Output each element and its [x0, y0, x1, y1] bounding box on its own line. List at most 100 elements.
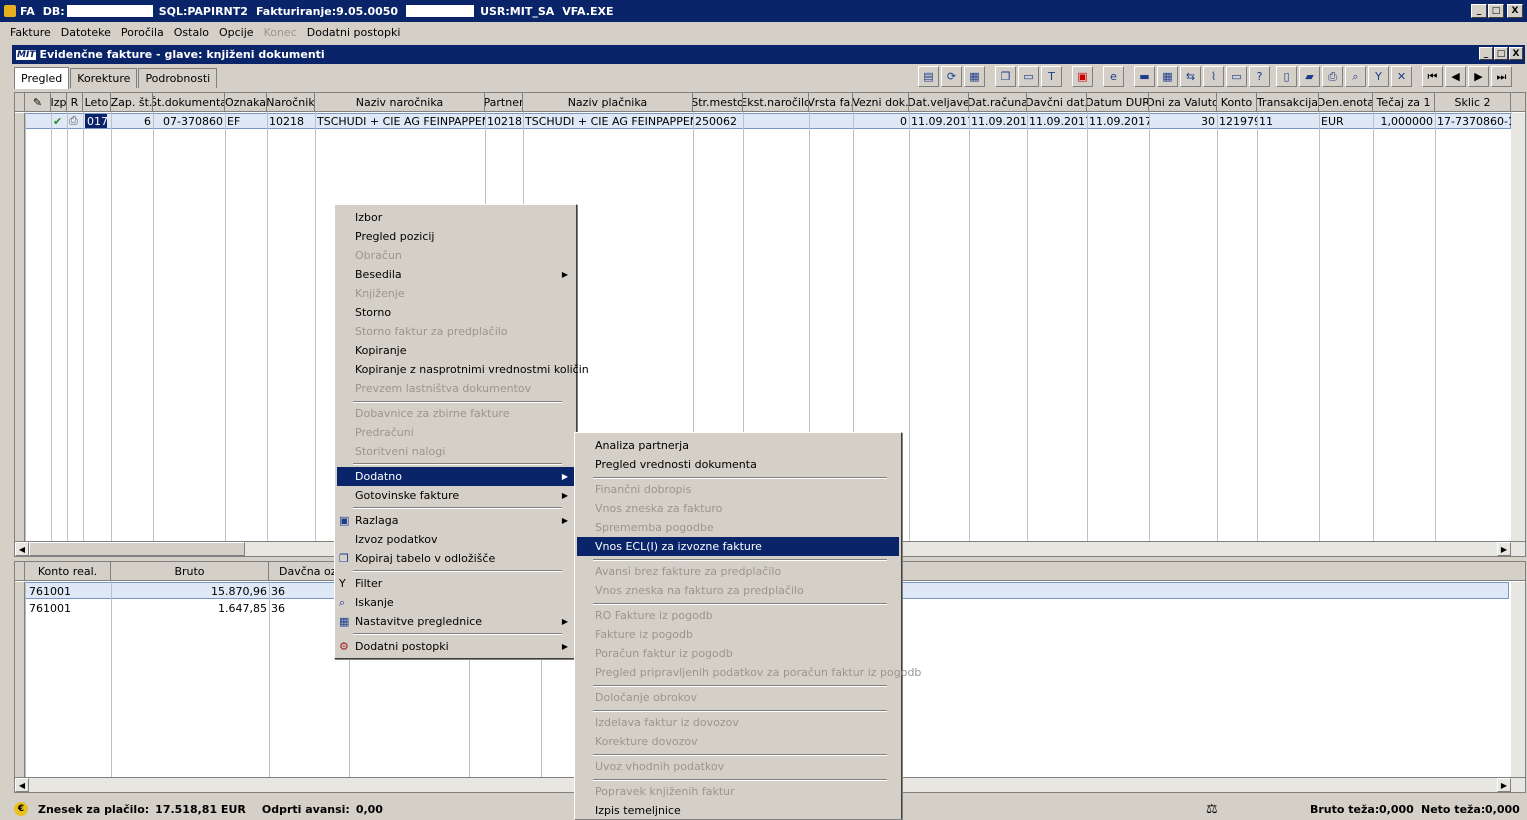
col-header-naziv-placnika[interactable]: Naziv plačnika [523, 93, 693, 112]
col-header-bruto[interactable]: Bruto [111, 562, 269, 581]
open-icon[interactable]: ▰ [1299, 66, 1320, 87]
attachment-icon[interactable]: ⌇ [1203, 66, 1224, 87]
col-header-den-enota[interactable]: Den.enota [1319, 93, 1373, 112]
submenu-item-vnos-zneska[interactable]: Vnos zneska za fakturo [577, 499, 899, 518]
close-button[interactable]: X [1507, 4, 1523, 18]
child-minimize-button[interactable]: _ [1479, 47, 1493, 60]
col-header-sklic-2[interactable]: Sklic 2 [1435, 93, 1511, 112]
first-record-icon[interactable]: ⏮ [1422, 66, 1443, 87]
cell-sklic-2[interactable]: 17-7370860-10 [1435, 113, 1511, 129]
document-icon[interactable]: ▤ [918, 66, 939, 87]
cell-leto[interactable]: 017 [85, 114, 107, 128]
submenu-item-izpis-temeljnice[interactable]: Izpis temeljnice [577, 801, 899, 820]
col-header-str-mesto[interactable]: Str.mesto [693, 93, 743, 112]
col-header-tecaj-za-1[interactable]: Tečaj za 1 [1373, 93, 1435, 112]
menu-item-dodatni-postopki[interactable]: ⚙ Dodatni postopki ▶ [337, 637, 574, 656]
cell-den-enota[interactable]: EUR [1319, 113, 1373, 129]
col-header-dni-za-valuto[interactable]: Dni za Valuto [1149, 93, 1217, 112]
menu-datoteke[interactable]: Datoteke [61, 26, 111, 39]
submenu-item-financni-dobropis[interactable]: Finančni dobropis [577, 480, 899, 499]
pdf-icon[interactable]: ▣ [1072, 66, 1093, 87]
transfer-icon[interactable]: ⇆ [1180, 66, 1201, 87]
submenu-item-sprememba-pogodbe[interactable]: Sprememba pogodbe [577, 518, 899, 537]
col-header-transakcija[interactable]: Transakcija [1257, 93, 1319, 112]
submenu-item-pregled-pripravljenih[interactable]: Pregled pripravljenih podatkov za poraču… [577, 663, 921, 682]
menu-item-besedila[interactable]: Besedila ▶ [337, 265, 574, 284]
menu-porocila[interactable]: Poročila [121, 26, 164, 39]
col-header-partner[interactable]: Partner [485, 93, 523, 112]
menu-item-filter[interactable]: Y Filter [337, 574, 574, 593]
menu-item-storitveni-nalogi[interactable]: Storitveni nalogi [337, 442, 574, 461]
cell-oznaka[interactable]: EF [225, 113, 267, 129]
col-header-naziv-narocnika[interactable]: Naziv naročnika [315, 93, 485, 112]
cell-narocnik[interactable]: 10218 [267, 113, 315, 129]
help-icon[interactable]: ? [1249, 66, 1270, 87]
tab-podrobnosti[interactable]: Podrobnosti [138, 68, 218, 88]
cell-davcni-dat[interactable]: 11.09.2017 [1027, 113, 1087, 129]
scroll-right-icon[interactable]: ▶ [1497, 778, 1511, 792]
cell-partner[interactable]: 10218 [485, 113, 523, 129]
col-header-ekst-narocilo[interactable]: Ekst.naročilo [743, 93, 809, 112]
cell-dat-veljave[interactable]: 11.09.2017 [909, 113, 969, 129]
submenu-item-analiza-partnerja[interactable]: Analiza partnerja [577, 436, 899, 455]
col-header-r[interactable]: R [67, 93, 83, 112]
cell-naziv-narocnika[interactable]: TSCHUDI + CIE AG FEINPAPPEN [315, 113, 485, 129]
menu-item-iskanje[interactable]: ⌕ Iskanje [337, 593, 574, 612]
internet-icon[interactable]: e [1103, 66, 1124, 87]
next-record-icon[interactable]: ▶ [1468, 66, 1489, 87]
previous-record-icon[interactable]: ◀ [1445, 66, 1466, 87]
scroll-left-icon[interactable]: ◀ [15, 778, 29, 792]
menu-konec[interactable]: Konec [264, 26, 297, 39]
menu-item-kopiraj-tabelo[interactable]: ❐ Kopiraj tabelo v odložišče [337, 549, 574, 568]
scrollbar-thumb[interactable] [29, 542, 245, 556]
calculator-icon[interactable]: ▦ [1157, 66, 1178, 87]
cell-naziv-placnika[interactable]: TSCHUDI + CIE AG FEINPAPPEN [523, 113, 693, 129]
cell-bruto[interactable]: 15.870,96 [111, 583, 269, 599]
menu-item-obracun[interactable]: Obračun [337, 246, 574, 265]
menu-item-knjizenje[interactable]: Knjiženje [337, 284, 574, 303]
cell-str-mesto[interactable]: 250062 [693, 113, 743, 129]
col-header-davcni-dat[interactable]: Davčni dat. [1027, 93, 1087, 112]
cell-konto[interactable]: 121979 [1217, 113, 1257, 129]
col-header-dat-veljave[interactable]: Dat.veljave [909, 93, 969, 112]
submenu-item-korekture-dovozov[interactable]: Korekture dovozov [577, 732, 899, 751]
menu-item-razlaga[interactable]: ▣ Razlaga ▶ [337, 511, 574, 530]
menu-item-dobavnice[interactable]: Dobavnice za zbirne fakture [337, 404, 574, 423]
cell-bruto[interactable]: 1.647,85 [111, 600, 269, 616]
scroll-left-icon[interactable]: ◀ [15, 542, 29, 556]
col-header-datum-dur[interactable]: Datum DUR [1087, 93, 1149, 112]
col-header-izp[interactable]: Izp [51, 93, 67, 112]
cell-dni-za-valuto[interactable]: 30 [1149, 113, 1217, 129]
last-record-icon[interactable]: ⏭ [1491, 66, 1512, 87]
new-document-icon[interactable]: ▯ [1276, 66, 1297, 87]
menu-item-gotovinske-fakture[interactable]: Gotovinske fakture ▶ [337, 486, 574, 505]
submenu-item-poracun-faktur[interactable]: Poračun faktur iz pogodb [577, 644, 899, 663]
font-icon[interactable]: T [1041, 66, 1062, 87]
col-header-konto[interactable]: Konto [1217, 93, 1257, 112]
menu-item-izvoz-podatkov[interactable]: Izvoz podatkov [337, 530, 574, 549]
menu-dodatni-postopki[interactable]: Dodatni postopki [307, 26, 401, 39]
menu-opcije[interactable]: Opcije [219, 26, 254, 39]
cell-st-dokumenta[interactable]: 07-370860 [153, 113, 225, 129]
print-preview-icon[interactable]: ▦ [964, 66, 985, 87]
col-header-vezni-dok[interactable]: Vezni dok. [853, 93, 909, 112]
cell-zap-st[interactable]: 6 [111, 113, 153, 129]
submenu-item-ro-fakture[interactable]: RO Fakture iz pogodb [577, 606, 899, 625]
col-header-narocnik[interactable]: Naročnik [267, 93, 315, 112]
child-close-button[interactable]: X [1509, 47, 1523, 60]
menu-item-nastavitve-preglednice[interactable]: ▦ Nastavitve preglednice ▶ [337, 612, 574, 631]
monitor-icon[interactable]: ▭ [1226, 66, 1247, 87]
menu-item-storno-faktur[interactable]: Storno faktur za predplačilo [337, 322, 574, 341]
submenu-item-popravek[interactable]: Popravek knjiženih faktur [577, 782, 899, 801]
col-header-leto[interactable]: Leto [83, 93, 111, 112]
copy-icon[interactable]: ❐ [995, 66, 1016, 87]
cell-transakcija[interactable]: 11 [1257, 113, 1319, 129]
submenu-item-avansi[interactable]: Avansi brez fakture za predplačilo [577, 562, 899, 581]
menu-item-pregled-pozicij[interactable]: Pregled pozicij [337, 227, 574, 246]
tab-pregled[interactable]: Pregled [14, 67, 70, 89]
cell-datum-dur[interactable]: 11.09.2017 [1087, 113, 1149, 129]
tab-korekture[interactable]: Korekture [70, 68, 138, 88]
col-header-konto-real[interactable]: Konto real. [25, 562, 111, 581]
open-folder-icon[interactable]: ▭ [1018, 66, 1039, 87]
menu-item-kopiranje-nasprotnimi[interactable]: Kopiranje z nasprotnimi vrednostmi količ… [337, 360, 589, 379]
